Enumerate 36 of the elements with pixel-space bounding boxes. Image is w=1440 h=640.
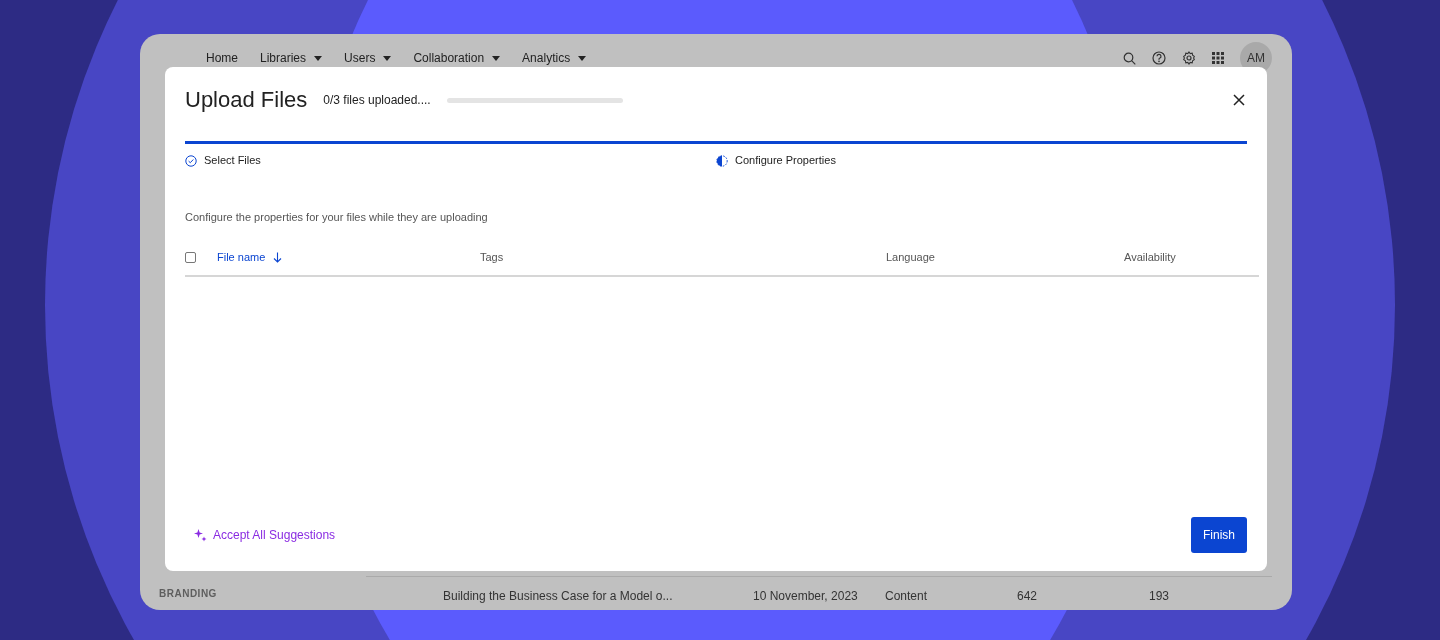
step-label: Select Files xyxy=(185,152,716,169)
table-cell-text: Content xyxy=(885,588,929,605)
close-icon xyxy=(1233,94,1245,107)
nav-menu-item[interactable]: Analytics xyxy=(522,49,587,67)
table-cell-text: 10 November, 2023 xyxy=(753,588,859,605)
sparkle-icon xyxy=(194,528,207,542)
nav-menu-item[interactable]: Collaboration xyxy=(413,49,501,67)
upload-status: 0/3 files uploaded.... xyxy=(323,92,431,110)
column-header[interactable]: Tags xyxy=(480,249,504,266)
nav-menu-item[interactable]: Users xyxy=(344,49,392,67)
table-cell-text: 642 xyxy=(1017,588,1039,605)
sort-down-arrow-icon xyxy=(273,251,283,263)
caret-icon xyxy=(578,55,587,61)
sidebar-heading: BRANDING xyxy=(159,587,217,601)
caret-icon xyxy=(492,55,501,61)
select-all-checkbox[interactable] xyxy=(185,251,196,263)
half-circle-icon xyxy=(716,154,728,167)
caret-icon xyxy=(314,55,323,61)
help-icon[interactable] xyxy=(1152,51,1166,65)
step-label: Configure Properties xyxy=(716,152,1247,169)
settings-icon[interactable] xyxy=(1182,51,1196,65)
dialog-title: Upload Files xyxy=(185,87,308,114)
table-cell-text: 193 xyxy=(1149,588,1171,605)
table-cell-text: Building the Business Case for a Model o... xyxy=(443,588,674,605)
check-circle-icon xyxy=(185,154,197,167)
finish-button[interactable]: Finish xyxy=(1191,517,1247,553)
app-grid-icon[interactable] xyxy=(1212,52,1224,64)
caret-icon xyxy=(383,55,392,61)
dialog-description: Configure the properties for your files while they are uploading xyxy=(185,209,489,225)
search-icon[interactable] xyxy=(1123,51,1136,65)
nav-menu-item[interactable]: Home xyxy=(206,49,238,67)
nav-menu-item[interactable]: Libraries xyxy=(260,49,323,67)
accept-suggestions-link[interactable]: Accept All Suggestions xyxy=(194,526,336,544)
column-header[interactable]: Availability xyxy=(1124,249,1176,266)
column-header[interactable]: Language xyxy=(886,249,935,266)
column-header[interactable]: File name xyxy=(217,249,283,266)
